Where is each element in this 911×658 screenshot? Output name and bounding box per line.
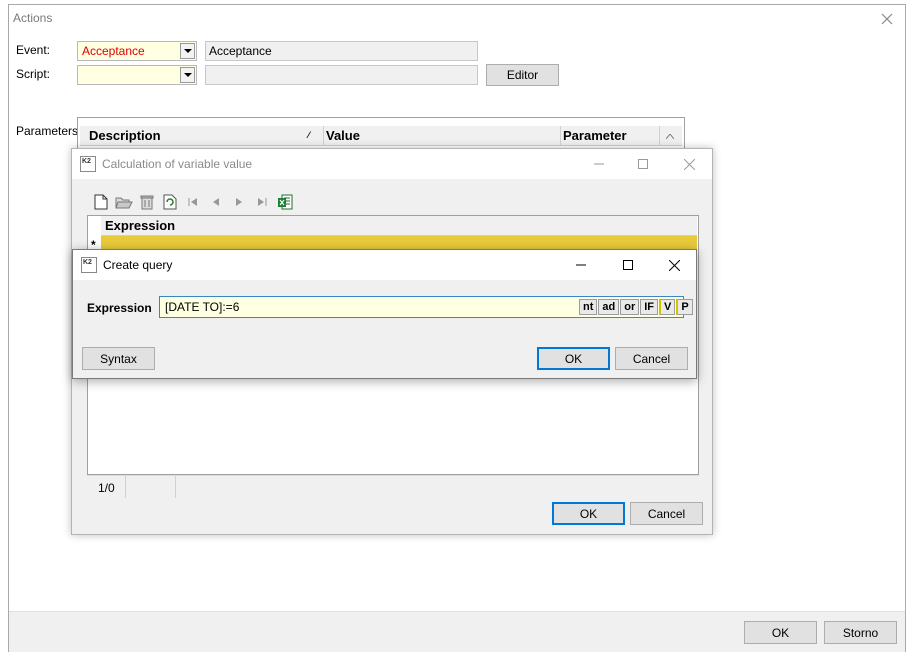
- calc-statusbar: 1/0: [87, 475, 699, 498]
- column-parameter[interactable]: Parameter: [563, 128, 627, 143]
- query-cancel-button[interactable]: Cancel: [615, 347, 688, 370]
- actions-close-button[interactable]: [877, 9, 897, 29]
- open-button[interactable]: [113, 192, 135, 212]
- refresh-icon: [163, 194, 177, 210]
- next-icon: [236, 198, 242, 206]
- create-query-title: Create query: [103, 258, 173, 272]
- last-icon: [258, 198, 267, 206]
- operator-if-button[interactable]: IF: [640, 299, 659, 315]
- new-icon: [94, 194, 108, 210]
- column-separator: [323, 126, 324, 146]
- refresh-button[interactable]: [159, 192, 181, 212]
- chevron-up-icon: [665, 133, 674, 139]
- record-position: 1/0: [87, 476, 126, 498]
- column-description[interactable]: Description: [89, 128, 161, 143]
- prev-icon: [213, 198, 219, 206]
- export-excel-button[interactable]: [274, 192, 296, 212]
- operator-v-button[interactable]: V: [659, 299, 676, 315]
- calc-cancel-button[interactable]: Cancel: [630, 502, 703, 525]
- maximize-icon: [623, 260, 633, 270]
- parameters-grid-header: Description ⁄ Value Parameter: [80, 126, 682, 146]
- calculation-title: Calculation of variable value: [102, 157, 253, 171]
- actions-titlebar: Actions: [9, 5, 905, 35]
- scroll-up-button[interactable]: [659, 126, 679, 146]
- calc-toolbar: [90, 191, 297, 213]
- expression-column-header[interactable]: Expression: [101, 216, 697, 236]
- operator-or-button[interactable]: or: [620, 299, 640, 315]
- delete-icon: [140, 195, 154, 210]
- sort-icon: ⁄: [308, 130, 310, 140]
- column-separator: [560, 126, 561, 146]
- event-dropdown-button[interactable]: [180, 43, 195, 59]
- calculation-titlebar: K2 Calculation of variable value: [72, 149, 712, 179]
- status-cell-empty: [126, 476, 176, 498]
- create-query-titlebar: K2 Create query: [73, 250, 696, 280]
- script-label: Script:: [16, 67, 51, 81]
- actions-footer: OK Storno: [9, 611, 905, 652]
- close-icon: [668, 259, 680, 271]
- operator-p-button[interactable]: P: [676, 299, 693, 315]
- actions-ok-button[interactable]: OK: [744, 621, 817, 644]
- last-record-button[interactable]: [251, 192, 273, 212]
- parameters-label: Parameters:: [16, 124, 82, 138]
- calc-close-button[interactable]: [679, 154, 699, 174]
- chevron-down-icon: [183, 73, 192, 77]
- first-icon: [188, 198, 197, 206]
- chevron-down-icon: [183, 49, 192, 53]
- calc-ok-button[interactable]: OK: [552, 502, 625, 525]
- calc-minimize-button[interactable]: [589, 154, 609, 174]
- delete-button[interactable]: [136, 192, 158, 212]
- create-query-window: K2 Create query Expression nt ad or IF V…: [72, 249, 697, 379]
- event-combo[interactable]: Acceptance: [77, 41, 197, 61]
- event-label: Event:: [16, 43, 51, 57]
- prev-record-button[interactable]: [205, 192, 227, 212]
- event-combo-value: Acceptance: [82, 44, 145, 58]
- first-record-button[interactable]: [182, 192, 204, 212]
- query-minimize-button[interactable]: [571, 255, 591, 275]
- syntax-button[interactable]: Syntax: [82, 347, 155, 370]
- close-icon: [683, 158, 695, 170]
- minimize-icon: [576, 264, 586, 266]
- query-ok-button[interactable]: OK: [537, 347, 610, 370]
- app-icon: K2: [81, 257, 97, 273]
- maximize-icon: [638, 159, 648, 169]
- operator-and-button[interactable]: ad: [598, 299, 620, 315]
- app-icon: K2: [80, 156, 96, 172]
- calc-maximize-button[interactable]: [633, 154, 653, 174]
- script-combo[interactable]: [77, 65, 197, 85]
- script-description-field: [205, 65, 478, 85]
- operator-buttons: nt ad or IF V P: [579, 299, 694, 315]
- script-dropdown-button[interactable]: [180, 67, 195, 83]
- column-value[interactable]: Value: [326, 128, 360, 143]
- close-icon: [881, 13, 893, 25]
- expression-label: Expression: [87, 301, 152, 315]
- operator-not-button[interactable]: nt: [579, 299, 598, 315]
- new-record-button[interactable]: [90, 192, 112, 212]
- query-close-button[interactable]: [664, 255, 684, 275]
- open-icon: [115, 197, 133, 209]
- editor-button[interactable]: Editor: [486, 64, 559, 86]
- storno-button[interactable]: Storno: [824, 621, 897, 644]
- event-description-field: Acceptance: [205, 41, 478, 61]
- next-record-button[interactable]: [228, 192, 250, 212]
- actions-title: Actions: [13, 11, 53, 25]
- query-maximize-button[interactable]: [618, 255, 638, 275]
- minimize-icon: [594, 163, 604, 165]
- excel-icon: [278, 194, 293, 210]
